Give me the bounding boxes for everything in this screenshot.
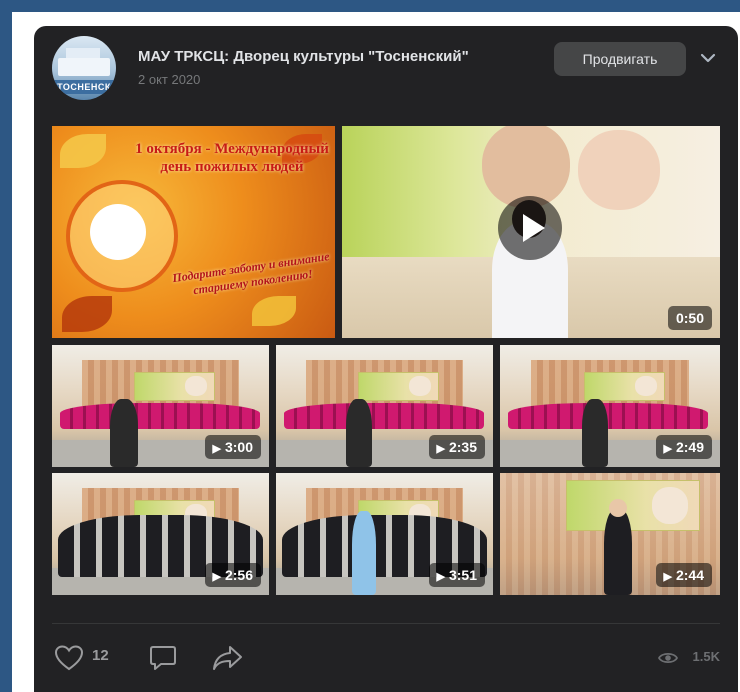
video-duration: ▶ 3:51	[428, 563, 485, 587]
video-attachment[interactable]: ▶ 2:35	[276, 345, 493, 467]
share-icon[interactable]	[212, 644, 244, 672]
avatar-building	[58, 48, 110, 76]
footer-divider	[52, 623, 720, 624]
eye-icon	[658, 652, 678, 664]
video-duration: ▶ 2:35	[428, 435, 485, 459]
heart-icon[interactable]	[54, 644, 84, 672]
video-duration: ▶ 2:44	[655, 563, 712, 587]
post-date[interactable]: 2 окт 2020	[138, 72, 200, 87]
play-icon[interactable]	[498, 196, 562, 260]
chevron-down-icon[interactable]	[698, 48, 718, 68]
photo-attachment[interactable]: 1 октября - Международный день пожилых л…	[52, 126, 335, 338]
video-attachment[interactable]: ▶ 2:44	[500, 473, 720, 595]
video-attachment[interactable]: 0:50	[342, 126, 720, 338]
poster-emblem	[66, 180, 178, 292]
post-author[interactable]: МАУ ТРКСЦ: Дворец культуры "Тосненский"	[138, 48, 469, 65]
video-attachment[interactable]: ▶ 3:00	[52, 345, 269, 467]
likes-count: 12	[92, 647, 109, 664]
poster-slogan: Подарите заботу и внимание старшему поко…	[171, 249, 331, 298]
video-attachment[interactable]: ▶ 3:51	[276, 473, 493, 595]
promote-button[interactable]: Продвигать	[554, 42, 686, 76]
post-card: ТОСНЕНСК МАУ ТРКСЦ: Дворец культуры "Тос…	[34, 26, 738, 692]
comment-icon[interactable]	[148, 644, 178, 672]
video-duration: ▶ 2:49	[655, 435, 712, 459]
author-avatar[interactable]: ТОСНЕНСК	[52, 36, 116, 100]
video-duration: ▶ 2:56	[204, 563, 261, 587]
avatar-logo-text: ТОСНЕНСК	[57, 82, 111, 92]
video-duration: ▶ 3:00	[204, 435, 261, 459]
views-count: 1.5K	[692, 649, 720, 664]
video-duration: 0:50	[667, 306, 712, 330]
video-attachment[interactable]: ▶ 2:56	[52, 473, 269, 595]
video-attachment[interactable]: ▶ 2:49	[500, 345, 720, 467]
poster-title: 1 октября - Международный день пожилых л…	[135, 141, 329, 175]
